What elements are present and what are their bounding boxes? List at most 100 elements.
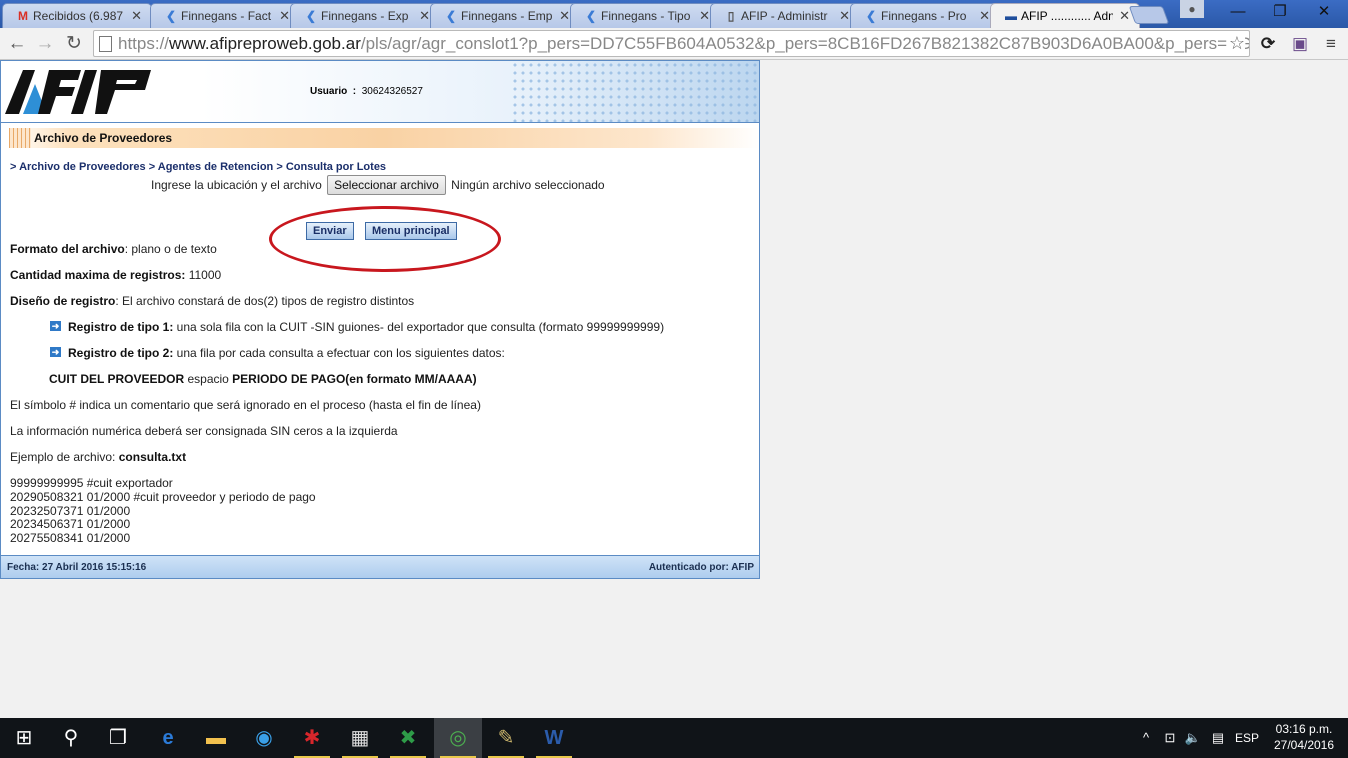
example-file-contents: 99999999995 #cuit exportador 20290508321… — [10, 476, 316, 546]
cuit-mid: espacio — [184, 372, 233, 386]
task-view-icon[interactable]: ❐ — [94, 718, 142, 758]
max-records-label: Cantidad maxima de registros: — [10, 268, 186, 282]
select-file-button[interactable]: Seleccionar archivo — [327, 175, 446, 195]
tab-title: Finnegans - Fact — [181, 9, 272, 23]
example-line: 20232507371 01/2000 — [10, 503, 131, 518]
breadcrumb-agentes-retencion[interactable]: > Agentes de Retencion — [149, 161, 274, 173]
tab-title: Recibidos (6.987 — [33, 9, 124, 23]
language-indicator[interactable]: ESP — [1232, 718, 1262, 758]
record-design-value: : El archivo constará de dos(2) tipos de… — [115, 294, 415, 308]
browser-tab[interactable]: ▬ AFIP ............ Adn ✕ — [990, 3, 1140, 29]
breadcrumb: > Archivo de Proveedores > Agentes de Re… — [10, 161, 386, 173]
browser-tab[interactable]: ❮ Finnegans - Tipo ✕ — [570, 3, 720, 28]
tab-title: AFIP - Administr — [741, 9, 828, 23]
network-icon[interactable]: ⊡ — [1158, 718, 1182, 758]
chrome-icon[interactable]: ◎ — [434, 718, 482, 758]
tab-title: AFIP ............ Adn — [1021, 9, 1113, 23]
record-design-label: Diseño de registro — [10, 294, 116, 308]
finnegans-icon: ❮ — [865, 9, 877, 23]
forward-arrow-icon[interactable]: → — [33, 32, 57, 56]
example-line: 20234506371 01/2000 — [10, 517, 131, 532]
notifications-icon[interactable]: ▤ — [1206, 718, 1230, 758]
user-label: Usuario — [310, 86, 348, 97]
finnegans-icon: ❮ — [445, 9, 457, 23]
bookmark-star-icon[interactable]: ☆ — [1226, 31, 1245, 56]
section-bar: Archivo de Proveedores — [9, 128, 759, 148]
app-red-icon[interactable]: ✱ — [288, 718, 336, 758]
example-line: 99999999995 #cuit exportador — [10, 476, 173, 490]
url-path: /pls/agr/agr_conslot1?p_pers=DD7C55FB604… — [360, 34, 1249, 53]
period-label: PERIODO DE PAGO(en formato MM/AAAA) — [232, 372, 477, 386]
afip-header: Usuario : 30624326527 — [1, 61, 759, 123]
browser-tab[interactable]: M Recibidos (6.987 ✕ — [2, 3, 152, 28]
max-records-value: 11000 — [185, 268, 222, 282]
restore-icon[interactable]: ❐ — [1258, 0, 1302, 24]
back-arrow-icon[interactable]: ← — [5, 32, 29, 56]
word-icon[interactable]: W — [530, 718, 578, 758]
example-line: 20275508341 01/2000 — [10, 531, 131, 546]
breadcrumb-archivo-proveedores[interactable]: > Archivo de Proveedores — [10, 161, 146, 173]
record-type-1-label: Registro de tipo 1: — [68, 320, 174, 334]
clock-date: 27/04/2016 — [1273, 738, 1335, 752]
browser-tab[interactable]: ❮ Finnegans - Pro ✕ — [850, 3, 1000, 28]
record-format-line: CUIT DEL PROVEEDOR espacio PERIODO DE PA… — [49, 372, 477, 386]
excel-icon[interactable]: ✖ — [384, 718, 432, 758]
record-type-2-value: una fila por cada consulta a efectuar co… — [173, 346, 505, 360]
tab-close-icon[interactable]: ✕ — [1119, 8, 1130, 24]
close-window-icon[interactable]: ✕ — [1302, 0, 1346, 24]
finnegans-icon: ❮ — [585, 9, 597, 23]
edge-icon[interactable]: e — [144, 718, 192, 758]
record-type-1-value: una sola fila con la CUIT -SIN guiones- … — [173, 320, 665, 334]
clock[interactable]: 03:16 p.m. 27/04/2016 — [1268, 721, 1340, 753]
format-value: : plano o de texto — [124, 242, 217, 256]
footer-date: Fecha: 27 Abril 2016 15:15:16 — [7, 562, 147, 573]
paint-icon[interactable]: ✎ — [482, 718, 530, 758]
address-bar[interactable]: https://www.afipreproweb.gob.ar/pls/agr/… — [93, 30, 1250, 57]
gmail-icon: M — [18, 9, 28, 23]
afip-icon: ▬ — [1005, 9, 1017, 23]
menu-icon[interactable]: ≡ — [1320, 33, 1342, 55]
finnegans-icon: ❮ — [165, 9, 177, 23]
example-line: 20290508321 01/2000 #cuit proveedor y pe… — [10, 489, 316, 504]
browser-tab[interactable]: ▯ AFIP - Administr ✕ — [710, 3, 860, 28]
reload-icon[interactable]: ↻ — [62, 32, 86, 56]
volume-icon[interactable]: 🔈 — [1182, 718, 1204, 758]
sync-extension-icon[interactable]: ⟳ — [1257, 33, 1279, 55]
app-icon[interactable]: ◉ — [240, 718, 288, 758]
file-status: Ningún archivo seleccionado — [451, 178, 605, 192]
record-type-2-info: Registro de tipo 2: una fila por cada co… — [68, 346, 505, 360]
search-icon[interactable]: ⚲ — [47, 718, 95, 758]
browser-tab[interactable]: ❮ Finnegans - Exp ✕ — [290, 3, 440, 28]
url-host: www.afipreproweb.gob.ar — [169, 34, 361, 53]
afip-logo — [5, 70, 151, 114]
page-viewport: Usuario : 30624326527 Archivo de Proveed… — [0, 60, 1348, 718]
tab-close-icon[interactable]: ✕ — [419, 8, 430, 24]
profile-icon[interactable]: ● — [1180, 0, 1204, 18]
tab-close-icon[interactable]: ✕ — [559, 8, 570, 24]
main-menu-button[interactable]: Menu principal — [365, 222, 457, 240]
show-hidden-icons-icon[interactable]: ^ — [1136, 718, 1156, 758]
tab-close-icon[interactable]: ✕ — [979, 8, 990, 24]
tab-close-icon[interactable]: ✕ — [839, 8, 850, 24]
tab-close-icon[interactable]: ✕ — [279, 8, 290, 24]
document-icon: ▯ — [727, 9, 735, 23]
file-explorer-icon[interactable]: ▬ — [192, 718, 240, 758]
new-tab-button[interactable] — [1128, 6, 1170, 24]
calculator-icon[interactable]: ▦ — [336, 718, 384, 758]
browser-tab[interactable]: ❮ Finnegans - Emp ✕ — [430, 3, 580, 28]
numeric-note: La información numérica deberá ser consi… — [10, 424, 398, 438]
tab-title: Finnegans - Exp — [321, 9, 409, 23]
send-button[interactable]: Enviar — [306, 222, 354, 240]
tab-title: Finnegans - Pro — [881, 9, 967, 23]
start-icon[interactable]: ⊞ — [0, 718, 48, 758]
user-value: 30624326527 — [361, 86, 423, 97]
arrow-bullet-icon: ➜ — [50, 321, 61, 331]
breadcrumb-consulta-lotes: > Consulta por Lotes — [276, 161, 387, 173]
tab-close-icon[interactable]: ✕ — [699, 8, 710, 24]
minimize-icon[interactable]: — — [1216, 0, 1260, 24]
tv-extension-icon[interactable]: ▣ — [1289, 33, 1311, 55]
user-separator: : — [352, 86, 357, 97]
browser-tab[interactable]: ❮ Finnegans - Fact ✕ — [150, 3, 300, 28]
tab-close-icon[interactable]: ✕ — [131, 8, 142, 24]
url-scheme: https:// — [118, 34, 170, 53]
